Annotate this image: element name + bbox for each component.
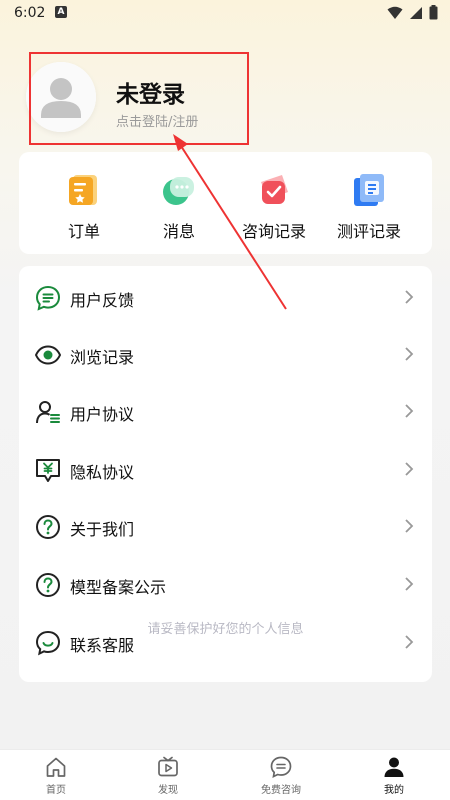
- nav-label-mine: 我的: [384, 785, 404, 796]
- menu-item-feedback[interactable]: 用户反馈: [19, 269, 432, 325]
- quick-item-consult-records[interactable]: 咨询记录: [224, 172, 324, 242]
- eye-icon: [35, 345, 61, 365]
- signal-icon: [410, 6, 422, 19]
- menu-item-model-filing[interactable]: 模型备案公示: [19, 556, 432, 612]
- nav-label-free-consult: 免费咨询: [261, 785, 301, 796]
- bottom-nav: 首页 发现 免费咨询 我的: [0, 749, 450, 800]
- menu-label-customer-service: 联系客服: [70, 636, 135, 655]
- menu-label-user-agreement: 用户协议: [70, 405, 135, 424]
- chevron-right-icon: [405, 404, 414, 418]
- privacy-icon: [36, 459, 60, 482]
- home-icon: [46, 757, 66, 777]
- quick-item-assessment-records[interactable]: 测评记录: [319, 172, 419, 242]
- quick-actions-card: 订单 消息 咨询记录 测评记录: [19, 152, 432, 254]
- chevron-right-icon: [405, 462, 414, 476]
- status-bar: 6:02 A: [0, 0, 450, 26]
- chat-icon: [270, 756, 292, 778]
- quick-label-assessment-records: 测评记录: [336, 222, 401, 241]
- menu-item-about-us[interactable]: 关于我们: [19, 498, 432, 554]
- menu-label-privacy-agreement: 隐私协议: [70, 463, 135, 482]
- notification-icon: A: [55, 6, 67, 18]
- chevron-right-icon: [405, 635, 414, 649]
- nav-tab-home[interactable]: 首页: [0, 755, 112, 796]
- discover-icon: [158, 756, 178, 777]
- quick-item-orders[interactable]: 订单: [34, 172, 134, 242]
- nav-tab-discover[interactable]: 发现: [112, 755, 224, 796]
- battery-icon: [429, 5, 438, 20]
- feedback-icon: [35, 285, 61, 311]
- status-icons: [387, 5, 438, 20]
- chevron-right-icon: [405, 577, 414, 591]
- quick-item-messages[interactable]: 消息: [129, 172, 229, 242]
- customer-service-icon: [35, 630, 61, 656]
- menu-item-customer-service[interactable]: 联系客服: [19, 614, 432, 670]
- quick-label-messages: 消息: [162, 222, 195, 241]
- about-icon: [36, 515, 60, 539]
- consult-record-icon: [261, 175, 288, 204]
- nav-tab-free-consult[interactable]: 免费咨询: [225, 755, 337, 796]
- annotation-highlight-box: [29, 52, 249, 145]
- nav-label-home: 首页: [46, 785, 66, 796]
- chevron-right-icon: [405, 347, 414, 361]
- menu-item-privacy-agreement[interactable]: 隐私协议: [19, 441, 432, 497]
- message-icon: [163, 177, 194, 205]
- nav-tab-mine[interactable]: 我的: [338, 755, 450, 796]
- chevron-right-icon: [405, 290, 414, 304]
- status-time: 6:02: [14, 5, 46, 21]
- menu-label-model-filing: 模型备案公示: [70, 578, 167, 597]
- menu-label-about-us: 关于我们: [70, 520, 135, 539]
- user-agreement-icon: [36, 401, 60, 424]
- menu-label-feedback: 用户反馈: [70, 291, 135, 310]
- chevron-right-icon: [405, 519, 414, 533]
- person-icon: [384, 757, 404, 777]
- menu-card: 用户反馈 浏览记录 用户协议 隐私协议 关于我们 模型备案公示 请妥善保护好您的…: [19, 266, 432, 682]
- order-icon: [69, 175, 97, 205]
- nav-label-discover: 发现: [158, 785, 178, 796]
- menu-label-browsing-history: 浏览记录: [70, 348, 135, 367]
- wifi-icon: [387, 6, 403, 19]
- quick-label-orders: 订单: [67, 222, 100, 241]
- assessment-record-icon: [354, 174, 384, 206]
- menu-item-browsing-history[interactable]: 浏览记录: [19, 326, 432, 382]
- model-filing-icon: [36, 573, 60, 597]
- quick-label-consult-records: 咨询记录: [241, 222, 306, 241]
- menu-item-user-agreement[interactable]: 用户协议: [19, 383, 432, 439]
